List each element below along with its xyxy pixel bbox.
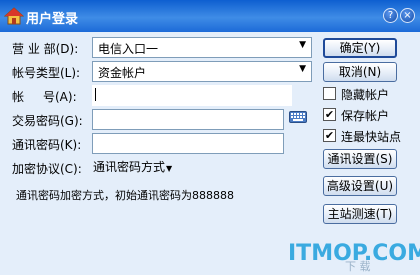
account-input[interactable]: [92, 85, 292, 106]
account-type-value: 资金帐户: [98, 66, 147, 80]
checkmark-icon[interactable]: ✔: [323, 129, 336, 142]
title-bar[interactable]: 用户登录 ? ×: [0, 0, 420, 32]
account-label-prefix: 帐: [12, 90, 25, 104]
close-button[interactable]: ×: [400, 8, 415, 23]
keyboard-icon[interactable]: [289, 111, 307, 123]
save-account-label: 保存帐户: [341, 109, 390, 123]
encryption-select[interactable]: 通讯密码方式▼: [93, 158, 172, 175]
watermark-subtext: 下 载: [345, 260, 371, 273]
window-title: 用户登录: [26, 12, 79, 27]
comm-password-label: 通讯密码(K):: [12, 138, 82, 152]
checkbox-box[interactable]: [323, 87, 336, 100]
confirm-button[interactable]: 确定(Y): [323, 38, 397, 58]
account-label: 号(A):: [43, 90, 77, 104]
account-type-select[interactable]: 资金帐户 ▼: [92, 61, 312, 82]
help-button[interactable]: ?: [383, 8, 398, 23]
login-window: 用户登录 ? × 营 业 部(D): 电信入口一 ▼ 帐号类型(L): 资金帐户…: [0, 0, 420, 275]
text-caret: [95, 88, 96, 101]
checkmark-icon[interactable]: ✔: [323, 108, 336, 121]
encryption-label: 加密协议(C):: [12, 162, 82, 176]
cancel-button[interactable]: 取消(N): [323, 62, 397, 82]
department-value: 电信入口一: [98, 42, 159, 56]
info-text: 通讯密码加密方式，初始通讯密码为888888: [16, 189, 234, 202]
caret-down-icon: ▼: [166, 164, 173, 173]
department-label: 营 业 部(D):: [12, 42, 79, 56]
department-select[interactable]: 电信入口一 ▼: [92, 37, 312, 58]
hide-account-label: 隐藏帐户: [341, 88, 390, 102]
comm-password-input[interactable]: [92, 133, 284, 154]
encryption-value: 通讯密码方式: [93, 160, 166, 174]
chevron-down-icon: ▼: [299, 64, 306, 74]
trade-password-input[interactable]: [92, 109, 284, 130]
advanced-settings-button[interactable]: 高级设置(U): [323, 176, 397, 196]
house-icon: [4, 7, 24, 25]
trade-password-label: 交易密码(G):: [12, 114, 83, 128]
comm-settings-button[interactable]: 通讯设置(S): [323, 149, 397, 169]
fastest-server-label: 连最快站点: [341, 130, 402, 144]
server-speed-test-button[interactable]: 主站测速(T): [323, 204, 397, 224]
chevron-down-icon: ▼: [299, 40, 306, 50]
account-type-label: 帐号类型(L):: [12, 66, 81, 80]
